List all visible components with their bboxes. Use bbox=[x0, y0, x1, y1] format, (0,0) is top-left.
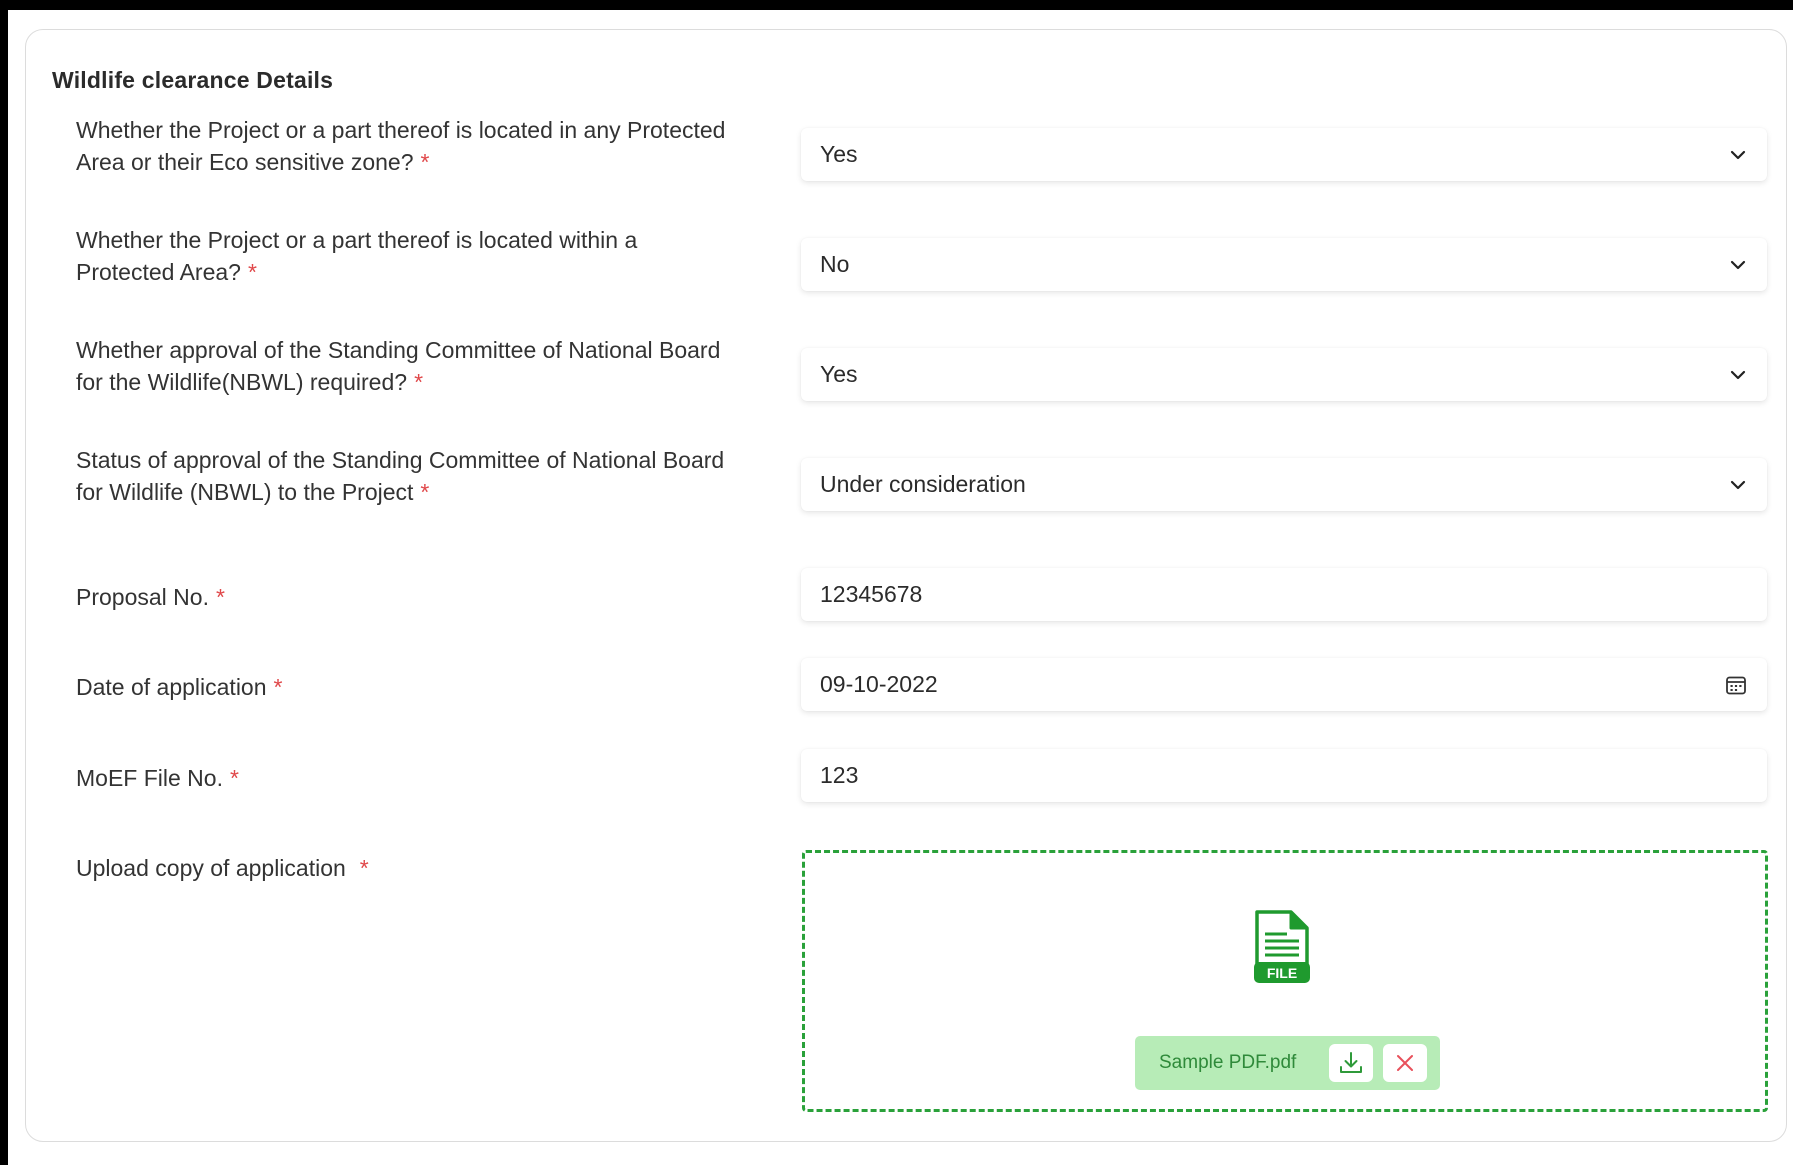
required-marker: * bbox=[359, 855, 369, 881]
field-label: Status of approval of the Standing Commi… bbox=[76, 447, 725, 505]
select-value: Yes bbox=[820, 361, 858, 387]
select-value: Under consideration bbox=[820, 471, 1026, 497]
required-marker: * bbox=[215, 584, 225, 610]
required-marker: * bbox=[420, 149, 430, 175]
chevron-down-icon bbox=[1728, 255, 1748, 275]
page-frame: Wildlife clearance Details Whether the P… bbox=[8, 10, 1793, 1165]
input-value: 09-10-2022 bbox=[820, 671, 938, 697]
close-icon bbox=[1397, 1055, 1413, 1071]
required-marker: * bbox=[229, 765, 239, 791]
proposal-no-input[interactable]: 12345678 bbox=[801, 568, 1767, 621]
required-marker: * bbox=[247, 259, 257, 285]
calendar-icon[interactable] bbox=[1724, 673, 1748, 697]
field-label: Whether the Project or a part thereof is… bbox=[76, 117, 726, 175]
field-label: Date of application * bbox=[76, 674, 283, 700]
moef-file-no-input[interactable]: 123 bbox=[801, 749, 1767, 802]
nbwl-approval-status-select[interactable]: Under consideration bbox=[801, 458, 1767, 511]
upload-dropzone[interactable]: FILE Sample PDF.pdf bbox=[802, 850, 1768, 1112]
within-protected-area-select[interactable]: No bbox=[801, 238, 1767, 291]
input-value: 123 bbox=[820, 762, 859, 788]
uploaded-file-chip: Sample PDF.pdf bbox=[1135, 1036, 1440, 1090]
field-label: MoEF File No. * bbox=[76, 765, 239, 791]
nbwl-approval-required-select[interactable]: Yes bbox=[801, 348, 1767, 401]
required-marker: * bbox=[273, 674, 283, 700]
remove-file-button[interactable] bbox=[1383, 1044, 1427, 1082]
chevron-down-icon bbox=[1728, 475, 1748, 495]
protected-area-esz-select[interactable]: Yes bbox=[801, 128, 1767, 181]
required-marker: * bbox=[420, 479, 430, 505]
section-title: Wildlife clearance Details bbox=[52, 67, 334, 93]
field-label: Proposal No. * bbox=[76, 584, 225, 610]
date-of-application-input[interactable]: 09-10-2022 bbox=[801, 658, 1767, 711]
input-value: 12345678 bbox=[820, 581, 923, 607]
field-label: Upload copy of application * bbox=[76, 855, 369, 881]
file-icon-label: FILE bbox=[1267, 965, 1297, 981]
wildlife-clearance-card: Wildlife clearance Details Whether the P… bbox=[25, 29, 1787, 1142]
field-label: Whether the Project or a part thereof is… bbox=[76, 227, 638, 285]
chevron-down-icon bbox=[1728, 365, 1748, 385]
required-marker: * bbox=[414, 369, 424, 395]
field-label: Whether approval of the Standing Committ… bbox=[76, 337, 721, 395]
uploaded-file-name: Sample PDF.pdf bbox=[1159, 1052, 1297, 1073]
select-value: No bbox=[820, 251, 850, 277]
chevron-down-icon bbox=[1728, 145, 1748, 165]
download-icon bbox=[1340, 1052, 1362, 1073]
file-icon: FILE bbox=[1253, 910, 1311, 984]
download-button[interactable] bbox=[1329, 1044, 1373, 1082]
select-value: Yes bbox=[820, 141, 858, 167]
